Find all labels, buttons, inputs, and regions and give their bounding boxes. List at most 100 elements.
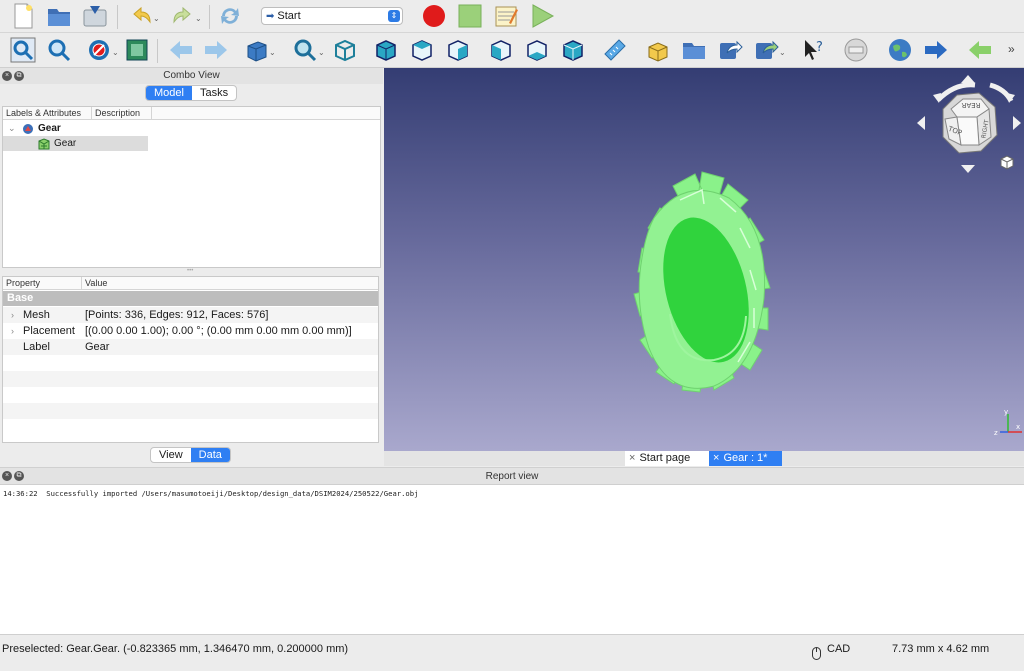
tree-header-description[interactable]: Description <box>92 107 152 120</box>
property-value[interactable]: Gear <box>85 339 109 355</box>
forward-arrow-icon[interactable] <box>203 37 229 63</box>
mesh-icon <box>38 138 50 155</box>
fit-selection-icon[interactable] <box>46 37 72 63</box>
bounding-box-icon[interactable] <box>124 37 150 63</box>
create-link-icon[interactable] <box>717 37 743 63</box>
axis-y-label: y <box>1004 408 1008 416</box>
property-row-placement[interactable]: › Placement [(0.00 0.00 1.00); 0.00 °; (… <box>3 323 378 339</box>
report-log-line: 14:36:22 Successfully imported /Users/ma… <box>3 489 419 498</box>
whats-this-icon[interactable]: ? <box>801 37 827 63</box>
save-icon[interactable] <box>82 3 108 29</box>
property-key: Placement <box>23 325 75 337</box>
isometric-view-icon[interactable] <box>332 37 358 63</box>
workbench-selector[interactable]: ➡ Start ⇕ <box>261 7 403 25</box>
prop-header-value[interactable]: Value <box>82 277 378 290</box>
axis-x-label: x <box>1016 423 1020 431</box>
workbench-icon[interactable] <box>843 37 869 63</box>
status-bar: Preselected: Gear.Gear. (-0.823365 mm, 1… <box>0 634 1024 662</box>
link-actions-icon[interactable] <box>753 37 779 63</box>
navcube-rear-label: REAR <box>961 101 980 109</box>
report-view-header: × ⧉ Report view <box>0 467 1024 484</box>
property-key: Label <box>23 341 50 353</box>
report-view[interactable]: 14:36:22 Successfully imported /Users/ma… <box>0 484 1024 634</box>
tab-tasks[interactable]: Tasks <box>192 86 236 100</box>
report-view-title: Report view <box>485 471 539 482</box>
main-toolbar: ⌄ ⌄ ➡ Start ⇕ <box>0 0 1024 33</box>
previous-arrow-icon[interactable] <box>967 37 993 63</box>
view-dimensions: 7.73 mm x 4.62 mm <box>892 643 990 655</box>
tree-item-label: Gear <box>38 123 61 134</box>
zoom-icon[interactable] <box>292 37 318 63</box>
tab-data[interactable]: Data <box>190 448 230 462</box>
close-icon[interactable]: × <box>2 471 12 481</box>
measure-ruler-icon[interactable] <box>602 37 628 63</box>
3d-viewport[interactable]: REAR TOP RIGHT y z x <box>384 68 1024 451</box>
stop-macro-icon[interactable] <box>457 3 483 29</box>
tab-gear-document[interactable]: × Gear : 1* <box>709 451 782 466</box>
float-icon[interactable]: ⧉ <box>14 471 24 481</box>
tab-start-page[interactable]: × Start page <box>625 451 709 466</box>
back-arrow-icon[interactable] <box>168 37 194 63</box>
tree-item-label: Gear <box>54 138 77 149</box>
status-message: Preselected: Gear.Gear. (-0.823365 mm, 1… <box>2 643 349 655</box>
float-icon[interactable]: ⧉ <box>14 71 24 81</box>
property-row-label[interactable]: Label Gear <box>3 339 378 355</box>
chevron-updown-icon: ⇕ <box>388 10 400 22</box>
close-icon[interactable]: × <box>2 71 12 81</box>
expand-chevron-icon[interactable]: › <box>11 323 14 339</box>
edit-macro-icon[interactable] <box>493 3 519 29</box>
left-view-icon[interactable] <box>560 37 586 63</box>
expand-chevron-icon[interactable]: › <box>11 307 14 323</box>
close-icon[interactable]: × <box>713 452 719 464</box>
splitter-handle[interactable]: ••• <box>187 268 195 274</box>
collapse-chevron-icon[interactable]: ⌄ <box>8 121 16 136</box>
property-group-label: Base <box>7 292 34 304</box>
tab-view[interactable]: View <box>151 448 191 462</box>
create-part-icon[interactable] <box>645 37 671 63</box>
property-row-mesh[interactable]: › Mesh [Points: 336, Edges: 912, Faces: … <box>3 307 378 323</box>
open-folder-icon[interactable] <box>46 3 72 29</box>
axis-z-label: z <box>994 429 998 437</box>
property-key: Mesh <box>23 309 50 321</box>
navigation-style[interactable]: CAD <box>827 635 850 663</box>
execute-macro-icon[interactable] <box>529 3 555 29</box>
view-toolbar: ⌄ ⌄ ⌄ ⌄ ? » <box>0 33 1024 68</box>
bottom-view-icon[interactable] <box>524 37 550 63</box>
tree-header-labels[interactable]: Labels & Attributes <box>3 107 92 120</box>
arrow-right-icon: ➡ <box>266 10 275 22</box>
refresh-icon[interactable] <box>217 3 243 29</box>
tree-item-document[interactable]: ⌄ Gear <box>3 121 380 136</box>
navigation-cube[interactable]: REAR TOP RIGHT <box>915 73 1024 183</box>
top-view-icon[interactable] <box>409 37 435 63</box>
workbench-label: Start <box>277 10 301 22</box>
create-group-icon[interactable] <box>681 37 707 63</box>
rear-view-icon[interactable] <box>488 37 514 63</box>
combo-tabs: Model Tasks <box>145 85 238 101</box>
next-arrow-icon[interactable] <box>923 37 949 63</box>
undo-icon[interactable] <box>128 3 154 29</box>
tree-item-mesh[interactable]: Gear <box>3 136 148 151</box>
property-value[interactable]: [(0.00 0.00 1.00); 0.00 °; (0.00 mm 0.00… <box>85 323 352 339</box>
prop-header-property[interactable]: Property <box>3 277 82 290</box>
new-document-icon[interactable] <box>10 3 36 29</box>
model-tree: Labels & Attributes Description ⌄ Gear G… <box>2 106 381 268</box>
close-icon[interactable]: × <box>629 452 635 464</box>
combo-view-header: × ⧉ Combo View <box>0 68 383 84</box>
property-value[interactable]: [Points: 336, Edges: 912, Faces: 576] <box>85 307 268 323</box>
std-views-icon[interactable] <box>243 37 269 63</box>
tab-model[interactable]: Model <box>146 86 192 100</box>
overflow-chevron-icon[interactable]: » <box>1008 42 1015 56</box>
mouse-icon[interactable] <box>812 643 821 671</box>
record-macro-icon[interactable] <box>421 3 447 29</box>
property-view-tabs: View Data <box>150 447 231 463</box>
fit-all-icon[interactable] <box>10 37 36 63</box>
draw-style-icon[interactable] <box>86 37 112 63</box>
property-editor: Property Value Base › Mesh [Points: 336,… <box>2 276 379 443</box>
combo-view-title: Combo View <box>163 70 220 81</box>
redo-icon[interactable] <box>170 3 196 29</box>
right-view-icon[interactable] <box>445 37 471 63</box>
web-globe-icon[interactable] <box>887 37 913 63</box>
front-view-icon[interactable] <box>373 37 399 63</box>
tab-label: Start page <box>639 452 691 464</box>
svg-text:?: ? <box>816 40 823 55</box>
